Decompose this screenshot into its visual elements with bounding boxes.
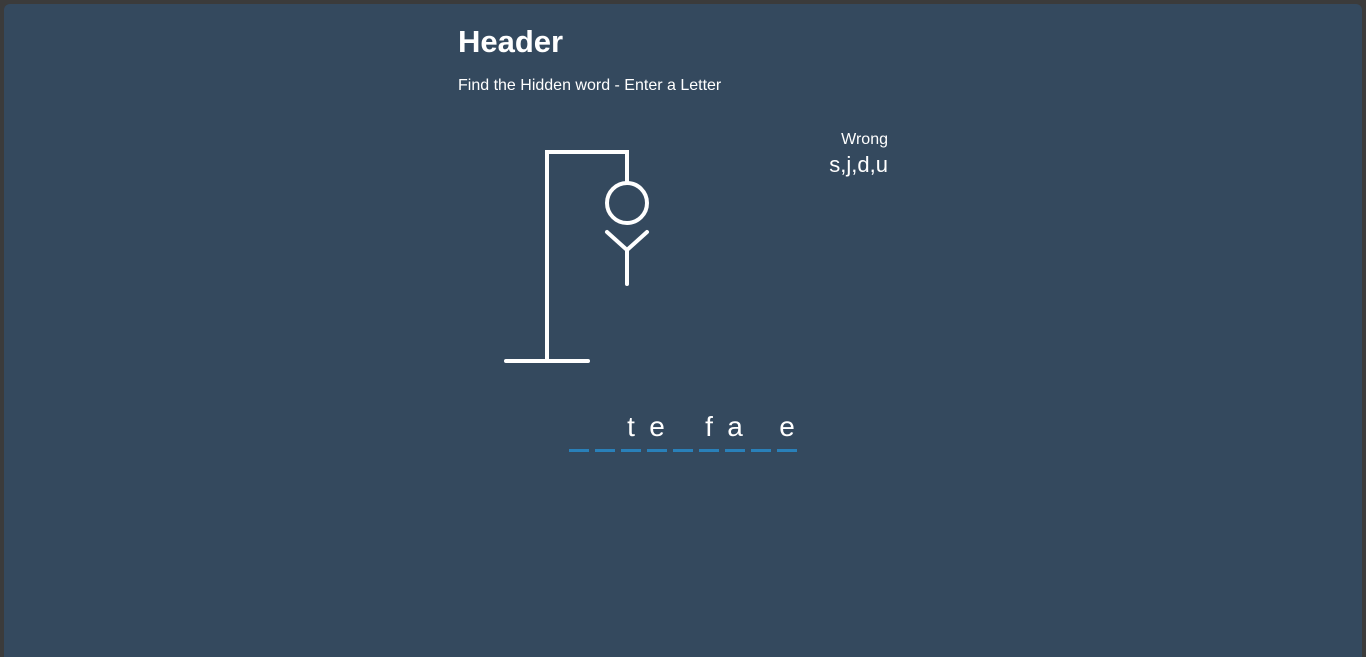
hangman-head bbox=[605, 181, 649, 225]
letter-slot bbox=[673, 406, 693, 452]
wrong-letters: s,j,d,u bbox=[829, 152, 888, 177]
letter-slot: t bbox=[621, 406, 641, 452]
letter-slot: e bbox=[777, 406, 797, 452]
page-title: Header bbox=[458, 24, 564, 59]
instructions: Find the Hidden word - Enter a Letter bbox=[458, 77, 722, 94]
letter-slot bbox=[569, 406, 589, 452]
hangman-figure bbox=[504, 150, 649, 363]
letter-slot: a bbox=[725, 406, 745, 452]
letter-slot bbox=[751, 406, 771, 452]
game-container: Header Find the Hidden word - Enter a Le… bbox=[4, 4, 1362, 657]
hangman-right-arm bbox=[625, 230, 649, 252]
letter-slot: f bbox=[699, 406, 719, 452]
wrong-letters-panel: Wrong s,j,d,u bbox=[788, 130, 888, 178]
letter-slot bbox=[595, 406, 615, 452]
hidden-word: t e f a e bbox=[569, 406, 797, 452]
wrong-label: Wrong bbox=[841, 131, 888, 148]
letter-slot: e bbox=[647, 406, 667, 452]
hangman-left-arm bbox=[605, 230, 629, 252]
